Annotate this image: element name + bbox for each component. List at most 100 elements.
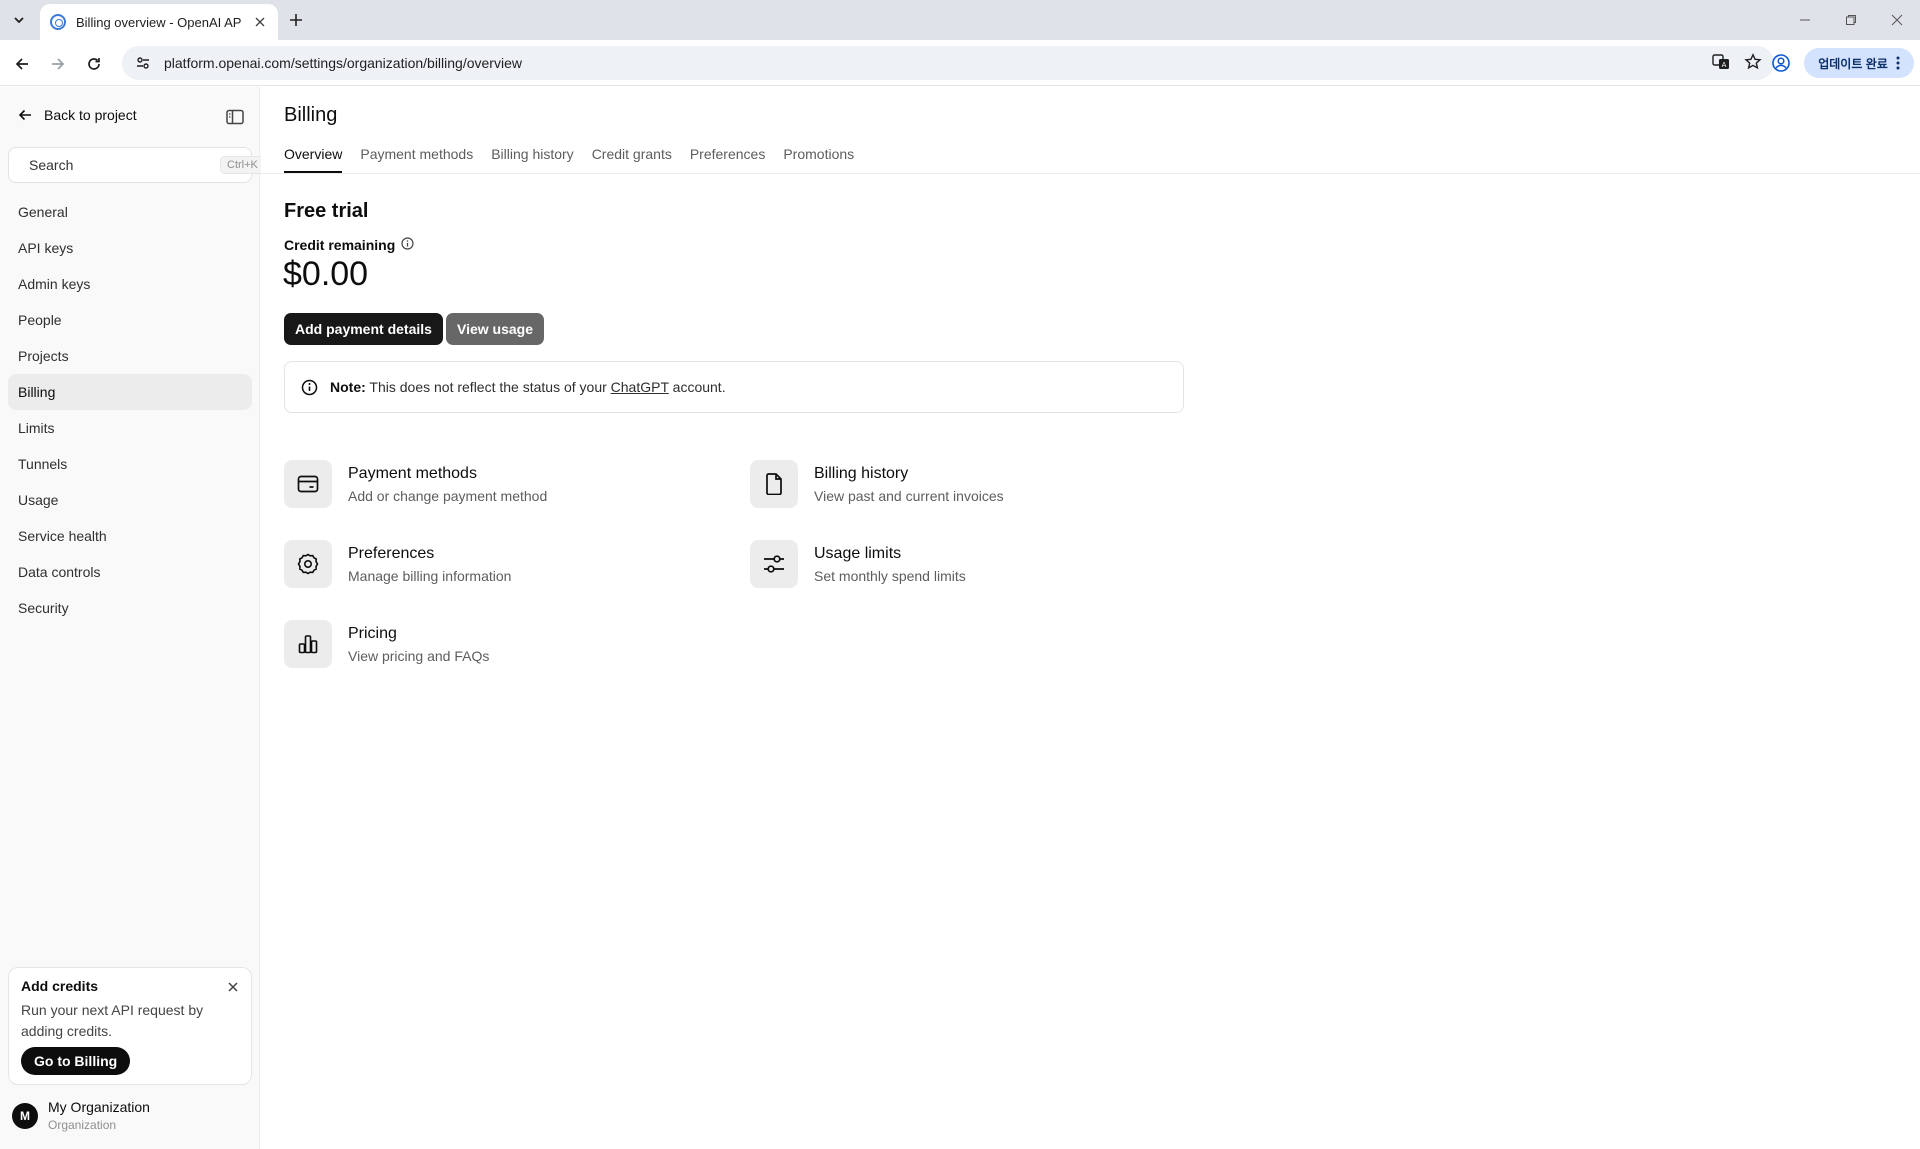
search-shortcut-hint: Ctrl+K	[220, 156, 265, 174]
chevron-down-icon	[14, 17, 24, 24]
organization-switcher[interactable]: M My Organization Organization	[12, 1099, 150, 1132]
plus-icon	[290, 14, 302, 26]
more-vertical-icon	[1896, 56, 1900, 70]
promo-title: Add credits	[21, 978, 99, 994]
sliders-icon	[750, 540, 798, 588]
card-subtitle: View past and current invoices	[814, 488, 1004, 504]
restore-icon	[1846, 15, 1856, 25]
credit-amount: $0.00	[283, 255, 369, 293]
collapse-sidebar-button[interactable]	[226, 109, 246, 127]
note-suffix: account.	[668, 379, 726, 395]
note-text: Note: This does not reflect the status o…	[330, 379, 726, 395]
sidebar-item-tunnels[interactable]: Tunnels	[8, 446, 252, 482]
close-promo-icon[interactable]	[227, 980, 239, 992]
add-payment-details-button[interactable]: Add payment details	[284, 313, 443, 345]
card-title: Billing history	[814, 465, 909, 482]
arrow-left-icon	[15, 58, 28, 70]
organization-subtitle: Organization	[48, 1118, 117, 1132]
site-info-icon[interactable]	[126, 46, 160, 80]
organization-avatar: M	[12, 1102, 38, 1129]
close-tab-icon[interactable]	[252, 14, 268, 30]
go-to-billing-button[interactable]: Go to Billing	[21, 1047, 131, 1075]
new-tab-button[interactable]	[282, 8, 310, 32]
tabs-divider	[261, 173, 1920, 174]
back-button[interactable]	[8, 50, 36, 78]
credit-remaining-label: Credit remaining	[284, 237, 414, 253]
note-prefix: Note:	[330, 379, 366, 395]
tab-promotions[interactable]: Promotions	[783, 137, 854, 173]
browser-tab[interactable]: Billing overview - OpenAI API	[40, 4, 278, 40]
back-to-project-link[interactable]: Back to project	[18, 107, 137, 123]
main-content: Billing Overview Payment methods Billing…	[261, 87, 1920, 1149]
sidebar-item-admin-keys[interactable]: Admin keys	[8, 266, 252, 302]
tab-preferences[interactable]: Preferences	[690, 137, 765, 173]
search-box[interactable]: Ctrl+K	[8, 147, 265, 183]
close-icon	[1891, 14, 1903, 26]
card-title: Preferences	[348, 545, 435, 562]
credit-remaining-text: Credit remaining	[284, 237, 396, 253]
info-icon[interactable]	[401, 237, 414, 253]
organization-name: My Organization	[48, 1099, 150, 1115]
credit-card-icon	[284, 460, 332, 508]
sidebar-item-service-health[interactable]: Service health	[8, 518, 252, 554]
card-subtitle: Set monthly spend limits	[814, 568, 966, 584]
promo-text: Run your next API request by adding cred…	[21, 1002, 204, 1039]
sidebar-toggle-icon	[226, 109, 244, 125]
tab-payment-methods[interactable]: Payment methods	[360, 137, 473, 173]
back-to-project-label: Back to project	[44, 107, 137, 123]
browser-tab-bar: Billing overview - OpenAI API	[0, 0, 1920, 40]
translate-icon[interactable]: A	[1712, 53, 1730, 74]
plan-title: Free trial	[284, 200, 369, 222]
card-title: Usage limits	[814, 545, 902, 562]
search-input[interactable]	[29, 157, 210, 173]
chatgpt-link[interactable]: ChatGPT	[611, 379, 669, 395]
sidebar-item-usage[interactable]: Usage	[8, 482, 252, 518]
forward-button[interactable]	[44, 50, 72, 78]
payment-methods-card[interactable]: Payment methods Add or change payment me…	[284, 460, 547, 508]
note-body: This does not reflect the status of your	[365, 379, 611, 395]
tab-credit-grants[interactable]: Credit grants	[592, 137, 672, 173]
omnibox[interactable]: platform.openai.com/settings/organizatio…	[122, 46, 1774, 80]
card-subtitle: Manage billing information	[348, 568, 512, 584]
preferences-card[interactable]: Preferences Manage billing information	[284, 540, 511, 588]
sidebar-item-limits[interactable]: Limits	[8, 410, 252, 446]
pricing-card[interactable]: Pricing View pricing and FAQs	[284, 620, 489, 668]
arrow-left-icon	[18, 109, 31, 121]
settings-nav: General API keys Admin keys People Proje…	[8, 194, 252, 626]
reload-button[interactable]	[80, 50, 108, 78]
card-subtitle: View pricing and FAQs	[348, 648, 490, 664]
sidebar-item-people[interactable]: People	[8, 302, 252, 338]
document-icon	[750, 460, 798, 508]
sidebar-item-security[interactable]: Security	[8, 590, 252, 626]
browser-update-button[interactable]: 업데이트 완료	[1804, 48, 1914, 78]
tab-search-button[interactable]	[6, 8, 32, 32]
bookmark-star-icon[interactable]	[1744, 52, 1762, 74]
profile-button[interactable]	[1768, 50, 1794, 76]
svg-text:A: A	[1722, 61, 1727, 69]
minimize-icon	[1800, 19, 1810, 21]
sidebar-item-projects[interactable]: Projects	[8, 338, 252, 374]
bar-chart-icon	[284, 620, 332, 668]
update-label: 업데이트 완료	[1818, 56, 1888, 71]
sidebar-item-billing[interactable]: Billing	[8, 374, 252, 410]
card-title: Pricing	[348, 625, 397, 642]
browser-tab-title: Billing overview - OpenAI API	[76, 14, 242, 30]
arrow-right-icon	[52, 58, 65, 70]
usage-limits-card[interactable]: Usage limits Set monthly spend limits	[750, 540, 966, 588]
close-window-button[interactable]	[1870, 0, 1920, 40]
tab-overview[interactable]: Overview	[284, 137, 343, 173]
page-title: Billing	[284, 104, 338, 126]
openai-favicon-icon	[50, 14, 66, 30]
billing-history-card[interactable]: Billing history View past and current in…	[750, 460, 1004, 508]
gear-icon	[284, 540, 332, 588]
browser-address-bar: platform.openai.com/settings/organizatio…	[0, 40, 1920, 86]
sidebar-item-data-controls[interactable]: Data controls	[8, 554, 252, 590]
sidebar-item-general[interactable]: General	[8, 194, 252, 230]
sidebar: Back to project Ctrl+K General API keys …	[0, 87, 265, 1149]
sidebar-item-api-keys[interactable]: API keys	[8, 230, 252, 266]
add-credits-promo: Add credits Run your next API request by…	[8, 967, 252, 1085]
tab-billing-history[interactable]: Billing history	[491, 137, 573, 173]
view-usage-button[interactable]: View usage	[446, 313, 545, 345]
url-text[interactable]: platform.openai.com/settings/organizatio…	[164, 55, 1712, 71]
card-title: Payment methods	[348, 465, 477, 482]
